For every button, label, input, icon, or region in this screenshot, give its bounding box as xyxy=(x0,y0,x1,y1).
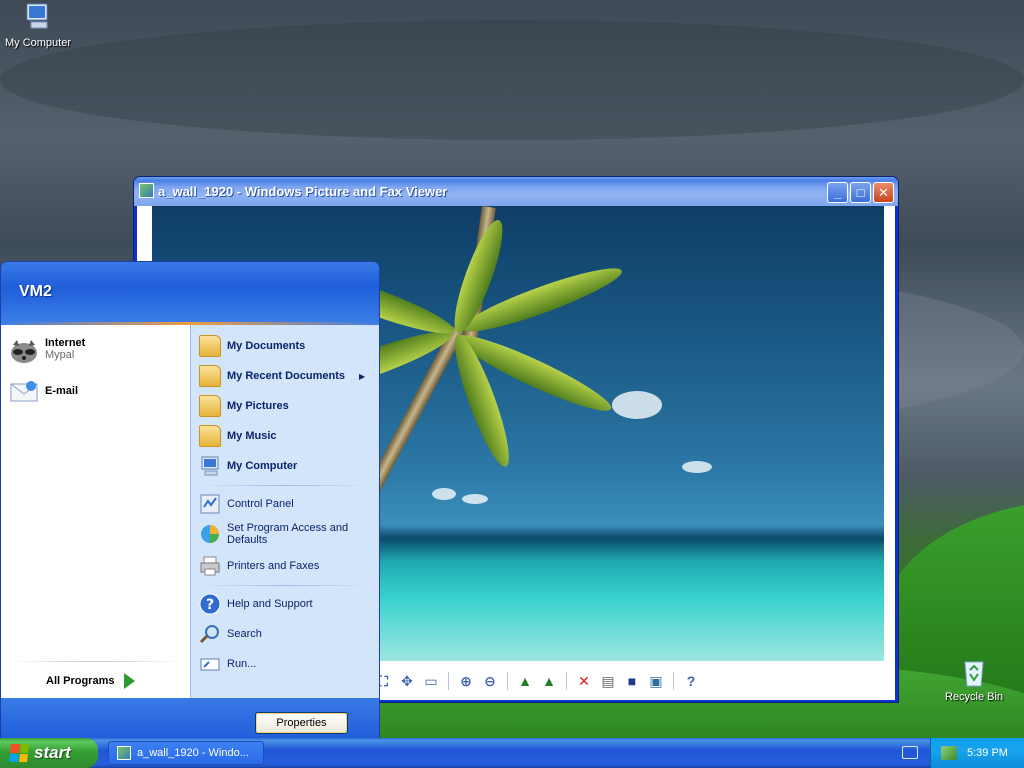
places-panel: My Documents My Recent Documents ▶ My Pi… xyxy=(190,325,379,698)
pinned-item-label: Internet xyxy=(45,337,86,349)
menu-item-label: My Pictures xyxy=(227,400,289,412)
raccoon-icon xyxy=(9,337,39,367)
actual-size-icon[interactable]: ✥ xyxy=(396,670,418,692)
menu-item-label: My Recent Documents xyxy=(227,370,345,382)
save-icon[interactable]: ■ xyxy=(621,670,643,692)
toolbar-separator xyxy=(448,672,449,690)
pinned-item-sublabel: Mypal xyxy=(45,349,75,361)
window-title: a_wall_1920 - Windows Picture and Fax Vi… xyxy=(158,184,448,199)
keyboard-icon[interactable] xyxy=(902,746,918,759)
toolbar-separator xyxy=(507,672,508,690)
computer-icon xyxy=(21,2,55,34)
windows-logo-icon xyxy=(9,744,29,762)
run-icon xyxy=(199,653,221,675)
viewer-toolbar: ⛶ ✥ ▭ ⊕ ⊖ ▲ ▲ ✕ ▤ ■ ▣ ? xyxy=(372,669,702,693)
settings-separator xyxy=(199,585,372,586)
help-icon[interactable]: ? xyxy=(680,670,702,692)
menu-item-search[interactable]: Search xyxy=(199,623,262,645)
menu-item-label: Help and Support xyxy=(227,598,313,610)
menu-item-my-music[interactable]: My Music xyxy=(199,425,277,447)
start-button[interactable]: start xyxy=(0,738,98,768)
slideshow-icon[interactable]: ▭ xyxy=(420,670,442,692)
svg-text:?: ? xyxy=(206,597,214,613)
folder-recent-icon xyxy=(199,365,221,387)
places-separator xyxy=(199,485,372,486)
start-menu-header: VM2 xyxy=(1,262,379,325)
menu-item-my-pictures[interactable]: My Pictures xyxy=(199,395,289,417)
cloud xyxy=(612,391,662,419)
title-bar[interactable]: a_wall_1920 - Windows Picture and Fax Vi… xyxy=(134,177,898,206)
envelope-icon xyxy=(9,377,39,407)
picture-viewer-icon xyxy=(139,183,154,198)
left-panel-separator xyxy=(9,661,182,662)
toolbar-separator xyxy=(566,672,567,690)
folder-pictures-icon xyxy=(199,395,221,417)
cloud-band xyxy=(0,20,1024,140)
desktop-icon-recycle-bin[interactable]: Recycle Bin xyxy=(934,656,1014,703)
pinned-item-internet[interactable]: Internet Mypal xyxy=(9,337,85,367)
desktop-icon-label: My Computer xyxy=(4,37,72,49)
rotate-ccw-icon[interactable]: ▲ xyxy=(538,670,560,692)
user-name: VM2 xyxy=(19,283,52,300)
program-access-icon xyxy=(199,523,221,545)
menu-item-run[interactable]: Run... xyxy=(199,653,256,675)
cloud xyxy=(432,488,456,500)
submenu-arrow-icon: ▶ xyxy=(358,371,366,381)
taskbar: start a_wall_1920 - Windo... 5:39 PM xyxy=(0,738,1024,768)
menu-item-label: My Computer xyxy=(227,460,298,472)
menu-item-my-computer[interactable]: My Computer xyxy=(199,455,297,477)
toolbar-separator xyxy=(673,672,674,690)
picture-viewer-icon xyxy=(117,746,131,760)
recycle-bin-icon xyxy=(957,656,991,688)
menu-item-printers-faxes[interactable]: Printers and Faxes xyxy=(199,555,319,577)
start-menu: VM2 Internet Mypal E-mail All Programs M… xyxy=(0,261,380,739)
delete-icon[interactable]: ✕ xyxy=(573,670,595,692)
edit-icon[interactable]: ▣ xyxy=(645,670,667,692)
pinned-item-email[interactable]: E-mail xyxy=(9,377,78,407)
printer-icon xyxy=(199,555,221,577)
maximize-button[interactable]: □ xyxy=(850,182,871,203)
properties-button[interactable]: Properties xyxy=(255,712,348,734)
menu-item-label: Run... xyxy=(227,658,257,670)
rotate-cw-icon[interactable]: ▲ xyxy=(514,670,536,692)
pinned-item-label: E-mail xyxy=(45,385,79,397)
menu-item-help-support[interactable]: ? Help and Support xyxy=(199,593,313,615)
control-panel-icon xyxy=(199,493,221,515)
clock[interactable]: 5:39 PM xyxy=(967,747,1008,759)
all-programs-label: All Programs xyxy=(46,675,115,687)
desktop-icon-my-computer[interactable]: My Computer xyxy=(0,2,78,49)
cloud xyxy=(682,461,712,473)
menu-item-control-panel[interactable]: Control Panel xyxy=(199,493,294,515)
close-button[interactable]: ✕ xyxy=(873,182,894,203)
menu-item-my-documents[interactable]: My Documents xyxy=(199,335,305,357)
menu-item-label: My Music xyxy=(227,430,277,442)
menu-item-my-recent-documents[interactable]: My Recent Documents ▶ xyxy=(199,365,365,387)
zoom-in-icon[interactable]: ⊕ xyxy=(455,670,477,692)
taskbar-button-label: a_wall_1920 - Windo... xyxy=(137,747,249,759)
menu-item-label: My Documents xyxy=(227,340,306,352)
minimize-button[interactable]: _ xyxy=(827,182,848,203)
search-icon xyxy=(199,623,221,645)
zoom-out-icon[interactable]: ⊖ xyxy=(479,670,501,692)
computer-icon xyxy=(199,455,221,477)
network-icon[interactable] xyxy=(941,746,957,760)
taskbar-button-picture-viewer[interactable]: a_wall_1920 - Windo... xyxy=(108,741,264,765)
system-tray: 5:39 PM xyxy=(930,738,1024,768)
menu-item-label: Set Program Access and Defaults xyxy=(227,522,349,546)
print-icon[interactable]: ▤ xyxy=(597,670,619,692)
arrow-right-icon xyxy=(124,673,136,689)
start-label: start xyxy=(34,743,71,762)
folder-documents-icon xyxy=(199,335,221,357)
help-icon: ? xyxy=(199,593,221,615)
menu-item-label: Control Panel xyxy=(227,498,294,510)
menu-item-label: Search xyxy=(227,628,262,640)
all-programs-button[interactable]: All Programs xyxy=(46,673,136,689)
pinned-programs-panel: Internet Mypal E-mail All Programs xyxy=(1,325,190,698)
cloud xyxy=(462,494,488,504)
desktop-icon-label: Recycle Bin xyxy=(944,691,1004,703)
menu-item-label: Printers and Faxes xyxy=(227,560,320,572)
folder-music-icon xyxy=(199,425,221,447)
menu-item-set-program-access[interactable]: Set Program Access and Defaults xyxy=(199,522,369,546)
